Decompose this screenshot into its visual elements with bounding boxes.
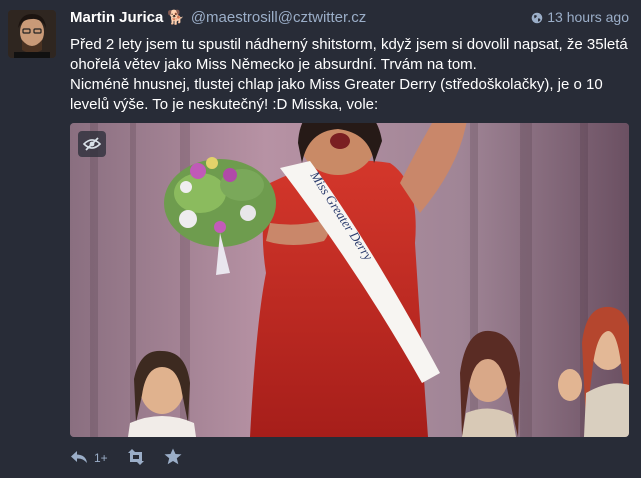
eye-slash-icon (83, 137, 101, 151)
status-card: Martin Jurica 🐕 @maestrosill@cztwitter.cz … (0, 0, 641, 478)
content-paragraph-2: Nicméně hnusnej, tlustej chlap jako Miss… (70, 76, 603, 113)
timestamp[interactable]: 13 hours ago (531, 9, 629, 27)
status-actions: 1+ (70, 447, 200, 469)
status-header: Martin Jurica 🐕 @maestrosill@cztwitter.cz … (70, 9, 629, 29)
media-attachment[interactable]: Miss Greater Derry (70, 123, 629, 437)
avatar[interactable] (8, 10, 56, 58)
star-icon (164, 448, 182, 468)
media-image: Miss Greater Derry (70, 123, 629, 437)
globe-icon (531, 11, 543, 27)
account-handle[interactable]: @maestrosill@cztwitter.cz (191, 9, 366, 26)
reply-button[interactable]: 1+ (70, 449, 108, 468)
timestamp-text: 13 hours ago (547, 9, 629, 25)
favourite-button[interactable] (164, 448, 182, 468)
hide-media-button[interactable] (78, 131, 106, 157)
avatar-image (8, 10, 56, 58)
boost-button[interactable] (126, 448, 146, 468)
retweet-icon (126, 448, 146, 468)
display-name[interactable]: Martin Jurica (70, 9, 163, 26)
dog-emoji: 🐕 (167, 9, 185, 25)
reply-count: 1+ (94, 451, 108, 465)
content-paragraph-1: Před 2 lety jsem tu spustil nádherný shi… (70, 36, 628, 73)
status-content: Před 2 lety jsem tu spustil nádherný shi… (70, 35, 630, 115)
reply-icon (70, 449, 88, 468)
